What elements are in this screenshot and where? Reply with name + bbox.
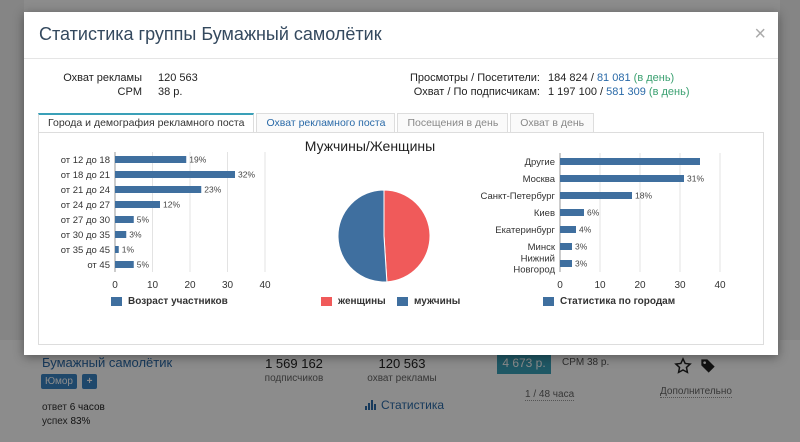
age-tick-label: 20: [184, 280, 196, 291]
city-tick-label: 10: [594, 280, 606, 291]
age-tick-label: 0: [112, 280, 118, 291]
age-data-label: 5%: [137, 260, 150, 270]
age-category-label: от 21 до 24: [61, 185, 110, 196]
pie-title: Мужчины/Женщины: [304, 138, 436, 154]
city-data-label: 6%: [587, 208, 600, 218]
city-tick-label: 40: [714, 280, 726, 291]
age-category-label: от 24 до 27: [61, 200, 110, 211]
age-data-label: 5%: [137, 215, 150, 225]
city-data-label: 18%: [635, 191, 652, 201]
city-category-label: Минск: [528, 242, 556, 253]
age-category-label: от 35 до 45: [61, 245, 110, 256]
city-bar: [560, 243, 572, 250]
legend-swatch: [111, 297, 122, 306]
age-data-label: 12%: [163, 200, 180, 210]
age-bar: [115, 261, 134, 268]
city-tick-label: 0: [557, 280, 563, 291]
age-tick-label: 30: [222, 280, 234, 291]
age-data-label: 19%: [189, 155, 206, 165]
city-category-label: Киев: [534, 208, 555, 219]
legend-label: мужчины: [414, 296, 461, 307]
city-bar: [560, 158, 700, 165]
city-legend: Статистика по городам: [543, 296, 675, 307]
city-bar: [560, 260, 572, 267]
legend-swatch: [543, 297, 554, 306]
legend-label: Возраст участников: [128, 296, 228, 307]
pie-slice-male: [337, 189, 388, 283]
charts-canvas: 0 10 20 30 40 от 12 до 18 19% от 18 до 21 32% от …: [61, 152, 726, 291]
city-tick-label: 20: [634, 280, 646, 291]
city-data-label: 31%: [687, 174, 704, 184]
city-category-label: Москва: [523, 174, 556, 185]
age-data-label: 32%: [238, 170, 255, 180]
age-category-label: от 45: [87, 260, 110, 271]
legend-label: женщины: [338, 296, 386, 307]
age-category-label: от 18 до 21: [61, 170, 110, 181]
city-bar: [560, 192, 632, 199]
city-data-label: 3%: [575, 242, 588, 252]
city-data-label: 4%: [579, 225, 592, 235]
pie-slice-female: [383, 189, 431, 283]
age-data-label: 23%: [204, 185, 221, 195]
legend-label: Статистика по городам: [560, 296, 676, 307]
age-category-label: от 27 до 30: [61, 215, 110, 226]
city-tick-label: 30: [674, 280, 686, 291]
age-data-label: 1%: [122, 245, 135, 255]
city-category-label: Санкт-Петербург: [480, 191, 555, 202]
age-category-label: от 30 до 35: [61, 230, 110, 241]
age-bar: [115, 246, 119, 253]
age-bar: [115, 201, 160, 208]
age-bar: [115, 216, 134, 223]
city-category-label: Другие: [525, 157, 555, 168]
legend-swatch: [321, 297, 332, 306]
age-bar: [115, 156, 187, 163]
city-category-label: Нижний Новгород: [513, 254, 555, 276]
age-bar: [115, 186, 202, 193]
age-legend: Возраст участников: [111, 296, 228, 307]
city-bar: [560, 209, 584, 216]
city-bar: [560, 226, 576, 233]
city-bar: [560, 175, 684, 182]
age-bar: [115, 231, 127, 238]
female-legend: женщины: [321, 296, 386, 307]
age-category-label: от 12 до 18: [61, 155, 110, 166]
age-tick-label: 10: [147, 280, 159, 291]
age-bar: [115, 171, 235, 178]
male-legend: мужчины: [397, 296, 460, 307]
age-tick-label: 40: [259, 280, 271, 291]
age-data-label: 3%: [129, 230, 142, 240]
city-category-label: Екатеринбург: [495, 225, 555, 236]
legend-swatch: [397, 297, 408, 306]
city-data-label: 3%: [575, 259, 588, 269]
